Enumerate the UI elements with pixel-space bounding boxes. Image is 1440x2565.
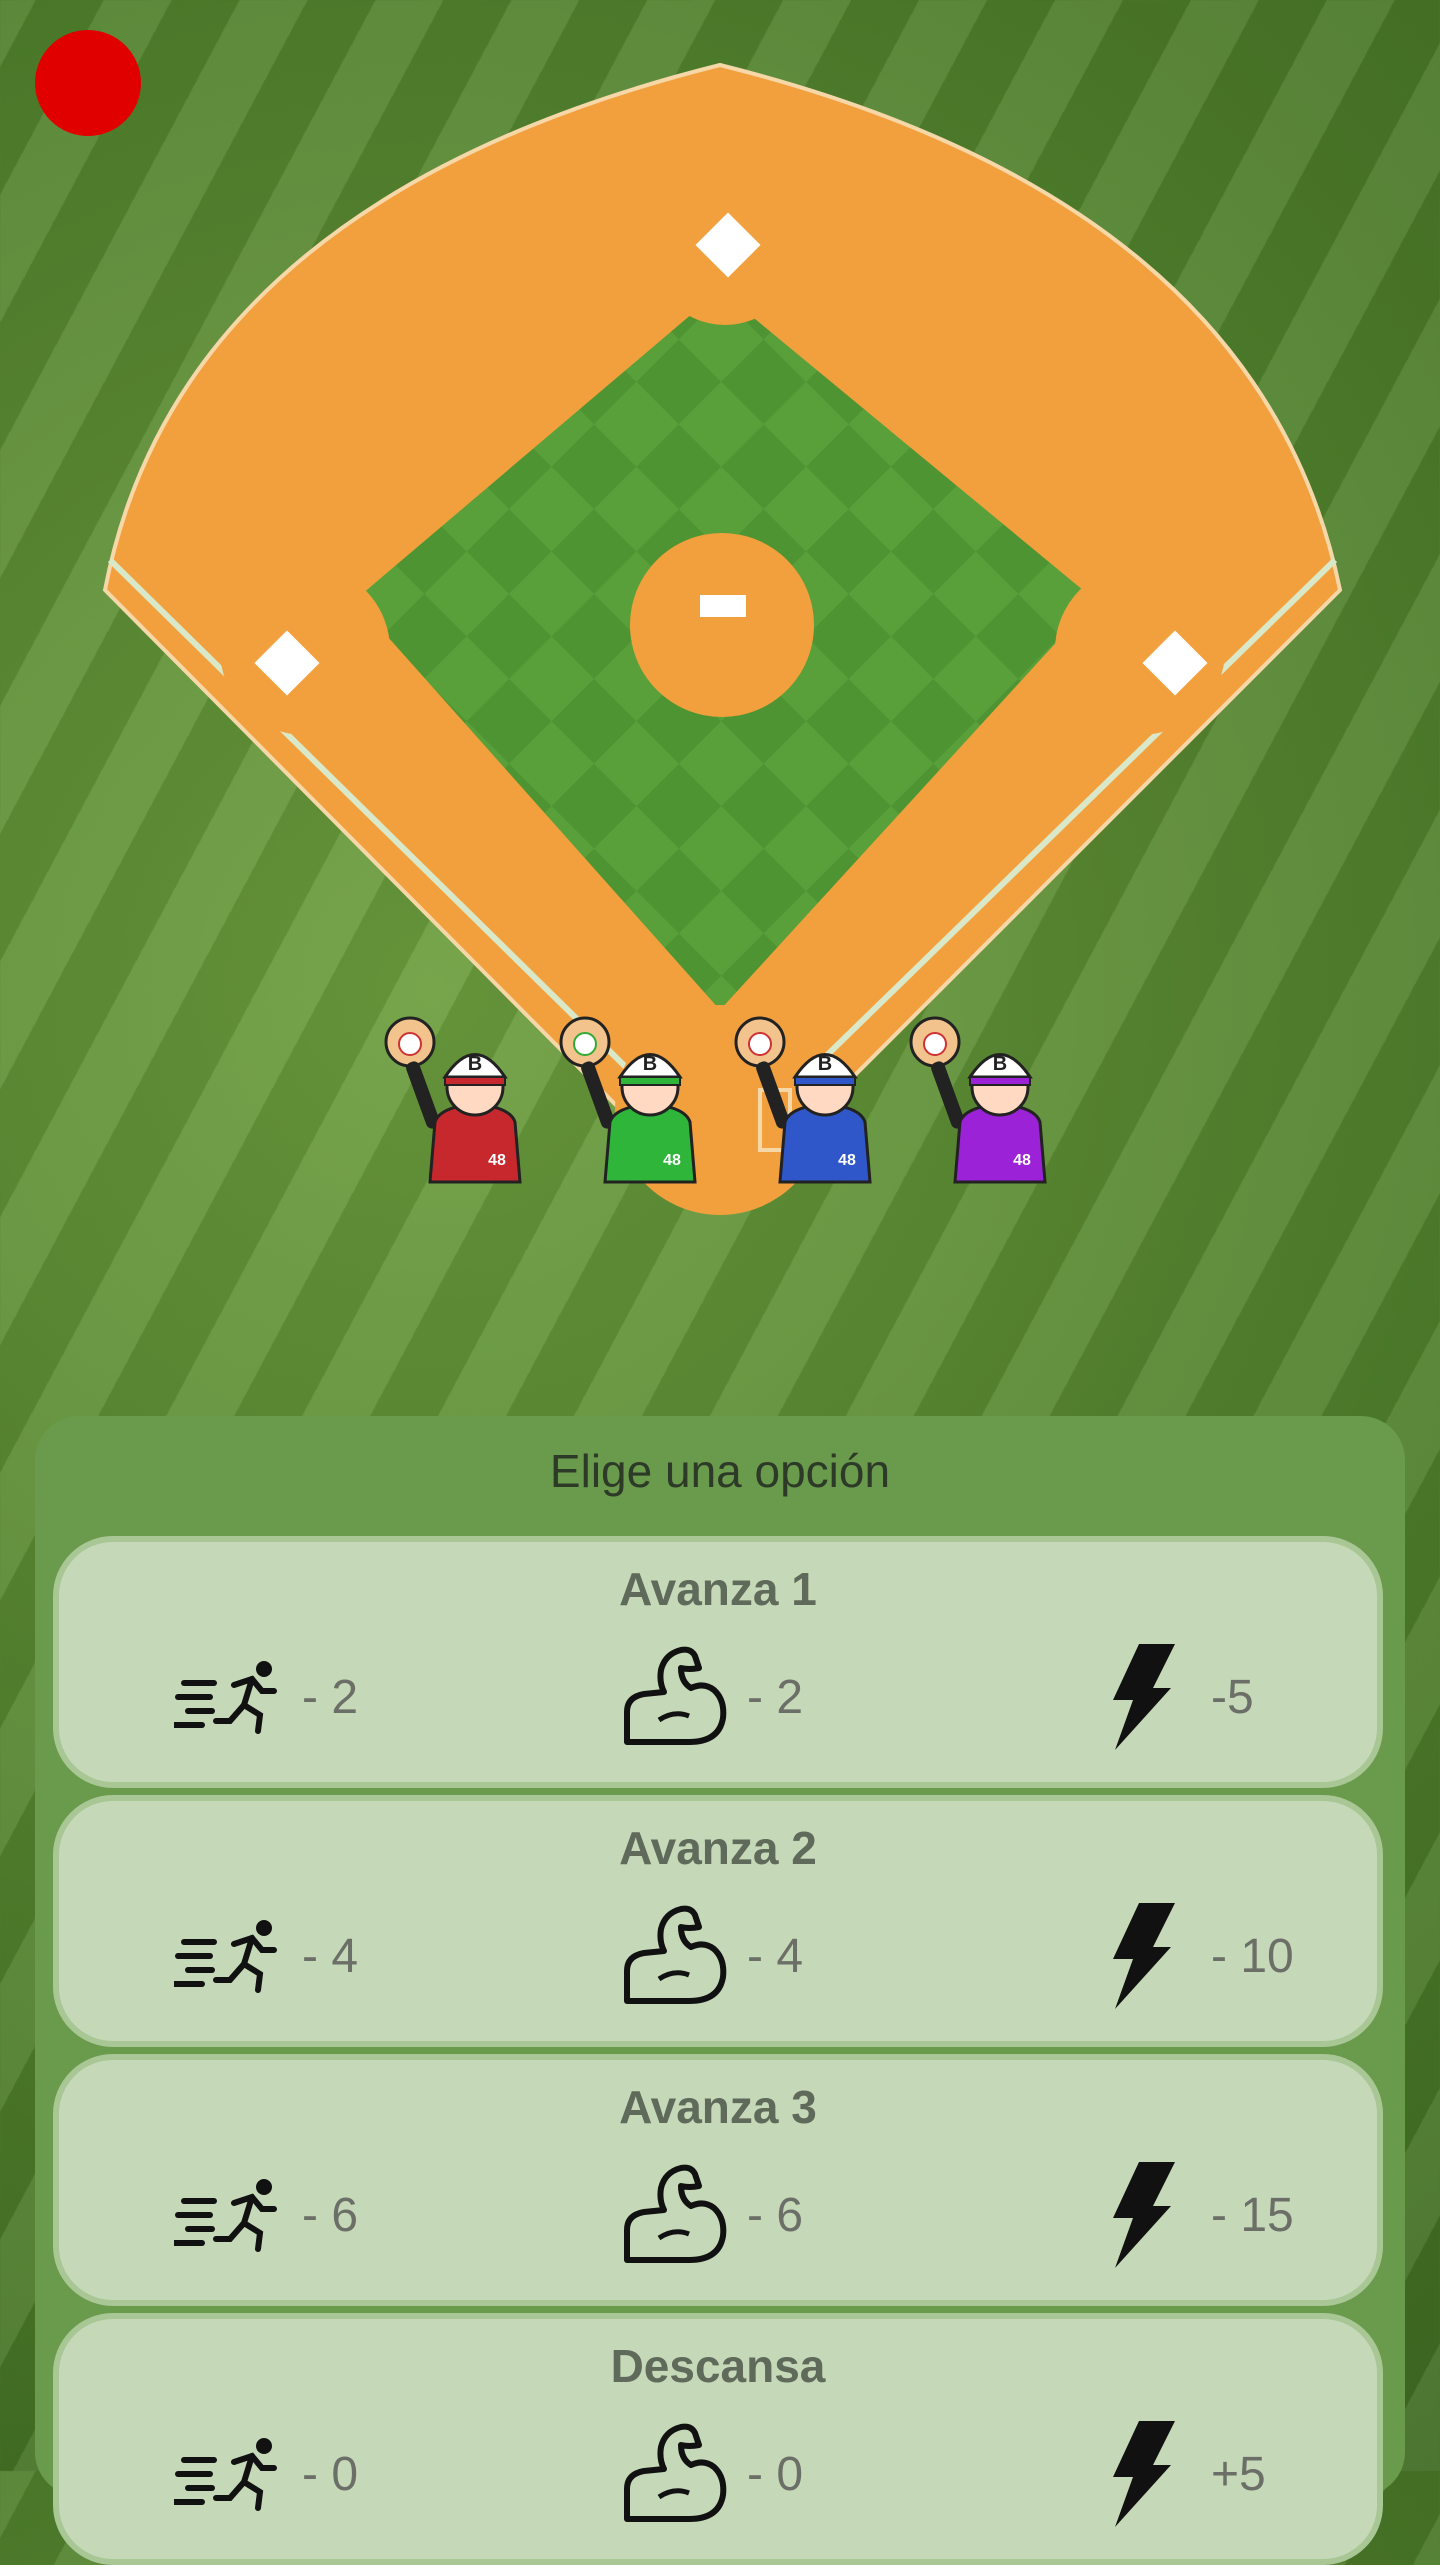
energy-value: - 10 <box>1211 1929 1294 1983</box>
pitchers-rubber <box>700 595 746 617</box>
running-person-icon <box>174 2179 277 2252</box>
strength-value: - 4 <box>747 1929 804 1983</box>
speed-stat: - 0 <box>174 2419 358 2529</box>
option-card-avanza-2[interactable]: Avanza 2 - 4 - 4 - 10 <box>53 1795 1383 2047</box>
speed-value: - 2 <box>302 1670 359 1724</box>
running-person-icon <box>174 2438 277 2511</box>
first-base-dirt <box>1055 565 1225 735</box>
speed-stat: - 4 <box>174 1901 358 2011</box>
strength-value: - 2 <box>747 1670 804 1724</box>
option-title: Avanza 1 <box>619 1563 817 1615</box>
strength-stat: - 2 <box>619 1642 803 1752</box>
energy-value: +5 <box>1211 2447 1266 2501</box>
strength-stat: - 6 <box>619 2160 803 2270</box>
lightning-bolt-icon <box>1113 1903 1175 2009</box>
jersey-number: 48 <box>488 1152 506 1169</box>
energy-stat: -5 <box>1109 1642 1254 1752</box>
jersey-number: 48 <box>838 1152 856 1169</box>
energy-value: - 15 <box>1211 2188 1294 2242</box>
flexed-bicep-icon <box>624 2164 727 2263</box>
pitchers-mound <box>630 533 814 717</box>
players-row: B 48 B 48 B 48 B 48 <box>380 1012 1060 1192</box>
player-green-icon[interactable]: B 48 <box>555 1012 710 1187</box>
lightning-bolt-icon <box>1113 2162 1175 2268</box>
jersey-number: 48 <box>663 1152 681 1169</box>
strength-stat: - 4 <box>619 1901 803 2011</box>
speed-stat: - 2 <box>174 1642 358 1752</box>
player-red-icon[interactable]: B 48 <box>380 1012 535 1187</box>
option-card-descansa[interactable]: Descansa - 0 - 0 +5 <box>53 2313 1383 2565</box>
strength-value: - 6 <box>747 2188 804 2242</box>
strength-value: - 0 <box>747 2447 804 2501</box>
flexed-bicep-icon <box>624 1905 727 2004</box>
speed-value: - 0 <box>302 2447 359 2501</box>
energy-stat: - 10 <box>1109 1901 1294 2011</box>
lightning-bolt-icon <box>1113 2421 1175 2527</box>
record-indicator[interactable] <box>35 30 141 136</box>
cap-letter: B <box>993 1053 1007 1075</box>
option-card-avanza-1[interactable]: Avanza 1 - 2 - 2 -5 <box>53 1536 1383 1788</box>
player-blue-icon[interactable]: B 48 <box>730 1012 885 1187</box>
jersey-number: 48 <box>1013 1152 1031 1169</box>
running-person-icon <box>174 1920 277 1993</box>
flexed-bicep-icon <box>624 2423 727 2522</box>
cap-letter: B <box>818 1053 832 1075</box>
options-panel: Elige una opción Avanza 1 - 2 - 2 -5 Ava… <box>35 1416 1405 2565</box>
lightning-bolt-icon <box>1113 1644 1175 1750</box>
option-title: Descansa <box>610 2340 826 2392</box>
running-person-icon <box>174 1661 277 1734</box>
option-title: Avanza 3 <box>619 2081 817 2133</box>
energy-stat: +5 <box>1109 2419 1266 2529</box>
speed-value: - 4 <box>302 1929 359 1983</box>
panel-title: Elige una opción <box>549 1445 891 1497</box>
flexed-bicep-icon <box>624 1646 727 1745</box>
baseball-field <box>102 62 1343 1215</box>
speed-stat: - 6 <box>174 2160 358 2270</box>
cap-letter: B <box>643 1053 657 1075</box>
option-title: Avanza 2 <box>619 1822 817 1874</box>
cap-letter: B <box>468 1053 482 1075</box>
speed-value: - 6 <box>302 2188 359 2242</box>
energy-stat: - 15 <box>1109 2160 1294 2270</box>
strength-stat: - 0 <box>619 2419 803 2529</box>
option-card-avanza-3[interactable]: Avanza 3 - 6 - 6 - 15 <box>53 2054 1383 2306</box>
energy-value: -5 <box>1211 1670 1254 1724</box>
player-purple-icon[interactable]: B 48 <box>905 1012 1060 1187</box>
